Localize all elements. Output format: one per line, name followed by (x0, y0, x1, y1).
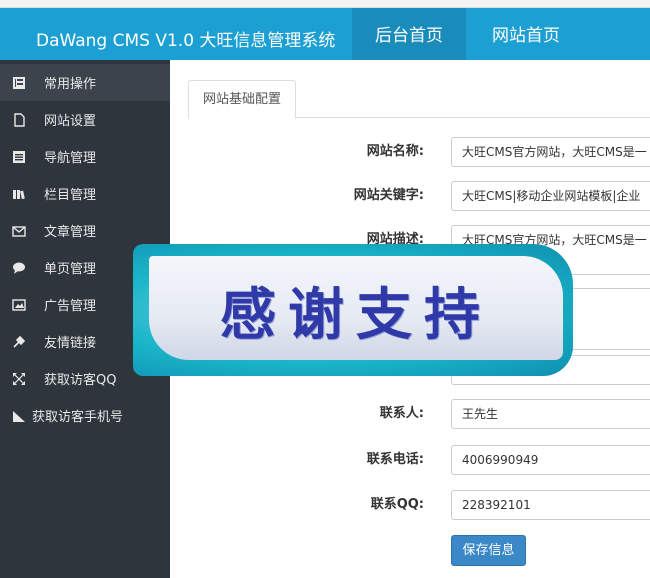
sidebar-item-label: 友情链接 (44, 336, 97, 351)
form-row-contact: 联系人: 王先生 (170, 399, 650, 429)
sidebar-item-label: 导航管理 (44, 151, 97, 166)
qq-input[interactable]: 228392101 (451, 490, 650, 520)
nav-admin-home[interactable]: 后台首页 (352, 8, 466, 60)
sidebar-item-nav[interactable]: 导航管理 (0, 138, 170, 175)
sidebar-item-common[interactable]: 常用操作 (0, 64, 170, 101)
triangle-icon (12, 409, 26, 423)
save-button[interactable]: 保存信息 (451, 535, 526, 566)
envelope-icon (12, 224, 26, 238)
sidebar-item-label: 单页管理 (44, 262, 97, 277)
browser-bookmark-bar (0, 0, 650, 8)
sidebar-item-columns[interactable]: 栏目管理 (0, 175, 170, 212)
thanks-banner: 感谢支持 (133, 244, 573, 376)
top-header: DaWang CMS V1.0 大旺信息管理系统 后台首页 网站首页 (0, 8, 650, 60)
sidebar-item-label: 栏目管理 (44, 188, 97, 203)
list-icon (12, 150, 26, 164)
site-name-label: 网站名称: (366, 144, 424, 159)
sidebar-item-label: 网站设置 (44, 114, 97, 129)
image-icon (12, 298, 26, 312)
dashboard-icon (12, 76, 26, 90)
tab-bar: 网站基础配置 (188, 80, 650, 119)
thanks-banner-text: 感谢支持 (220, 283, 492, 348)
site-name-input[interactable]: 大旺CMS官方网站，大旺CMS是一 (451, 137, 650, 167)
keywords-input[interactable]: 大旺CMS|移动企业网站模板|企业 (451, 181, 650, 211)
form-row-site-name: 网站名称: 大旺CMS官方网站，大旺CMS是一 (170, 137, 650, 167)
sidebar-item-label: 常用操作 (44, 77, 97, 92)
nav-site-home[interactable]: 网站首页 (466, 8, 586, 60)
contact-input[interactable]: 王先生 (451, 399, 650, 429)
qq-label: 联系QQ: (370, 497, 424, 512)
sidebar-item-site-settings[interactable]: 网站设置 (0, 101, 170, 138)
sidebar-item-visitor-phone[interactable]: 获取访客手机号 (0, 397, 170, 434)
file-icon (12, 112, 26, 127)
form-row-keywords: 网站关键字: 大旺CMS|移动企业网站模板|企业 (170, 181, 650, 211)
sidebar-item-label: 获取访客手机号 (32, 410, 124, 425)
tab-basic-config[interactable]: 网站基础配置 (188, 80, 296, 119)
form-row-qq: 联系QQ: 228392101 (170, 490, 650, 520)
phone-label: 联系电话: (366, 452, 424, 467)
sidebar-item-label: 获取访客QQ (44, 373, 117, 388)
keywords-label: 网站关键字: (353, 188, 424, 203)
expand-icon (12, 372, 26, 386)
form-row-phone: 联系电话: 4006990949 (170, 445, 650, 475)
app-brand: DaWang CMS V1.0 大旺信息管理系统 (36, 31, 336, 51)
comment-icon (12, 261, 26, 275)
thanks-banner-plate: 感谢支持 (149, 256, 563, 360)
columns-icon (12, 187, 26, 201)
sidebar-item-label: 广告管理 (44, 299, 97, 314)
phone-input[interactable]: 4006990949 (451, 445, 650, 475)
link-icon (12, 335, 26, 349)
sidebar-item-label: 文章管理 (44, 225, 97, 240)
contact-label: 联系人: (379, 406, 424, 421)
